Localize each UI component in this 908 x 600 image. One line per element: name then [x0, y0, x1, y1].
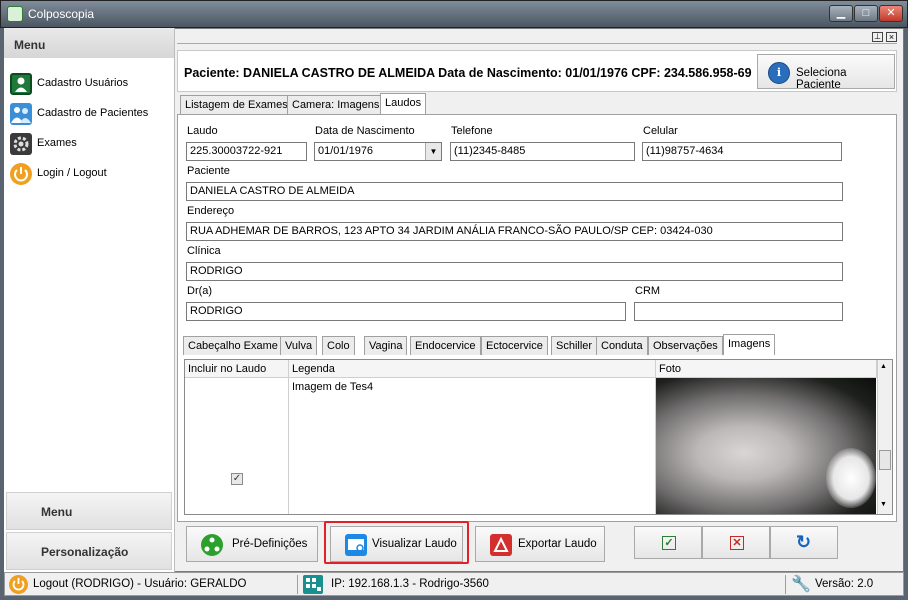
images-grid: Incluir no Laudo Legenda Foto ✓ Imagem d… [184, 359, 893, 515]
sidebar: Menu Cadastro Usuários Cadastro de Pacie… [4, 28, 175, 572]
sidebar-item-login-logout[interactable]: Login / Logout [8, 161, 170, 187]
celular-field[interactable]: (11)98757-4634 [642, 142, 842, 161]
gear-icon [10, 133, 32, 155]
bottom-tab-personalizacao[interactable]: Personalização [6, 532, 172, 570]
minimize-button[interactable]: ▁ [829, 5, 853, 22]
bottom-tab-menu[interactable]: Menu [6, 492, 172, 530]
tab-observacoes[interactable]: Observações [648, 336, 723, 355]
sidebar-item-exames[interactable]: Exames [8, 131, 170, 157]
endereco-label: Endereço [187, 205, 235, 217]
ip-status: IP: 192.168.1.3 - Rodrigo-3560 [331, 578, 489, 590]
laudo-label: Laudo [187, 125, 218, 137]
close-button[interactable]: ✕ [879, 5, 903, 22]
legend-text: Imagem de Tes4 [292, 381, 374, 393]
column-header-incluir[interactable]: Incluir no Laudo [185, 360, 289, 378]
paciente-field[interactable]: DANIELA CASTRO DE ALMEIDA [186, 182, 843, 201]
dob-value: 01/01/1976 [318, 145, 374, 157]
dob-label: Data de Nascimento [315, 125, 415, 137]
highlight-box [324, 521, 469, 564]
sidebar-header: Menu [4, 28, 174, 58]
tab-conduta[interactable]: Conduta [596, 336, 648, 355]
sidebar-item-cadastro-pacientes[interactable]: Cadastro de Pacientes [8, 101, 170, 127]
tab-camera-imagens[interactable]: Camera: Imagens [287, 95, 385, 114]
network-icon [303, 575, 323, 594]
info-icon: i [768, 62, 790, 84]
refresh-icon: ↻ [796, 532, 812, 552]
celular-label: Celular [643, 125, 678, 137]
pre-definicoes-label: Pré-Definições [232, 538, 308, 550]
app-icon [7, 6, 23, 22]
user-card-icon [10, 73, 32, 95]
title-bar[interactable] [0, 0, 908, 28]
tab-vagina[interactable]: Vagina [364, 336, 408, 355]
clinica-label: Clínica [187, 245, 221, 257]
power-icon [9, 575, 28, 594]
refresh-button[interactable]: ↻ [770, 526, 838, 559]
tab-endocervice[interactable]: Endocervice [410, 336, 481, 355]
telefone-label: Telefone [451, 125, 493, 137]
exam-photo [656, 378, 876, 514]
telefone-field[interactable]: (11)2345-8485 [450, 142, 635, 161]
legend-cell[interactable]: Imagem de Tes4 [289, 378, 656, 514]
sidebar-item-label: Cadastro Usuários [37, 77, 129, 89]
crm-field[interactable] [634, 302, 843, 321]
sidebar-item-cadastro-usuarios[interactable]: Cadastro Usuários [8, 71, 170, 97]
pre-definicoes-button[interactable]: Pré-Definições [186, 526, 318, 562]
crm-label: CRM [635, 285, 661, 297]
sidebar-item-label: Login / Logout [37, 167, 107, 179]
endereco-field[interactable]: RUA ADHEMAR DE BARROS, 123 APTO 34 JARDI… [186, 222, 843, 241]
tab-vulva[interactable]: Vulva [280, 336, 318, 355]
column-header-foto[interactable]: Foto [656, 360, 877, 378]
exportar-laudo-button[interactable]: Exportar Laudo [475, 526, 605, 562]
photo-highlight [826, 448, 876, 508]
tab-listagem-exames[interactable]: Listagem de Exames [180, 95, 293, 114]
dob-select[interactable]: 01/01/1976 ▼ [314, 142, 442, 161]
confirm-button[interactable]: ✓ [634, 526, 702, 559]
chevron-down-icon[interactable]: ▼ [425, 143, 441, 160]
status-separator [785, 575, 786, 594]
status-bar: Logout (RODRIGO) - Usuário: GERALDO IP: … [4, 572, 904, 596]
power-icon [10, 163, 32, 185]
pdf-icon [490, 534, 512, 556]
exportar-laudo-label: Exportar Laudo [518, 538, 597, 550]
select-patient-label: Seleciona Paciente [796, 67, 847, 91]
x-mark-icon: ✕ [730, 536, 744, 550]
grid-scrollbar[interactable]: ▲ ▼ [877, 360, 892, 514]
version-status: Versão: 2.0 [815, 578, 874, 590]
doutor-label: Dr(a) [187, 285, 213, 297]
doutor-field[interactable]: RODRIGO [186, 302, 626, 321]
scroll-down-icon[interactable]: ▼ [880, 501, 887, 508]
patient-info: Paciente: DANIELA CASTRO DE ALMEIDA Data… [184, 66, 752, 80]
sidebar-item-label: Exames [37, 137, 77, 149]
tab-cabecalho-exame[interactable]: Cabeçalho Exame [183, 336, 283, 355]
clinica-field[interactable]: RODRIGO [186, 262, 843, 281]
panel-close-icon[interactable]: × [886, 32, 897, 42]
window-title: Colposcopia [28, 7, 95, 21]
sidebar-item-label: Cadastro de Pacientes [37, 107, 149, 119]
tab-imagens[interactable]: Imagens [723, 334, 776, 355]
paciente-label: Paciente [187, 165, 230, 177]
logout-status[interactable]: Logout (RODRIGO) - Usuário: GERALDO [33, 578, 246, 590]
pin-icon[interactable]: ⊥ [872, 32, 883, 42]
cancel-button[interactable]: ✕ [702, 526, 770, 559]
column-header-legenda[interactable]: Legenda [289, 360, 656, 378]
check-icon: ✓ [662, 536, 676, 550]
panel-caption-bar [177, 30, 897, 44]
select-patient-button[interactable]: i Seleciona Paciente [757, 54, 895, 91]
preset-icon [201, 534, 223, 556]
tab-ectocervice[interactable]: Ectocervice [481, 336, 548, 355]
include-checkbox[interactable]: ✓ [231, 473, 243, 485]
scroll-thumb[interactable] [879, 450, 891, 470]
tab-schiller[interactable]: Schiller [551, 336, 598, 355]
tab-laudos[interactable]: Laudos [380, 93, 427, 114]
table-row: ✓ [185, 378, 289, 514]
laudo-field[interactable]: 225.30003722-921 [186, 142, 307, 161]
patient-header: Paciente: DANIELA CASTRO DE ALMEIDA Data… [177, 50, 897, 92]
users-icon [10, 103, 32, 125]
wrench-icon: 🔧 [791, 576, 811, 593]
status-separator [297, 575, 298, 594]
scroll-up-icon[interactable]: ▲ [880, 363, 887, 370]
tab-colo[interactable]: Colo [322, 336, 355, 355]
maximize-button[interactable]: □ [854, 5, 878, 22]
